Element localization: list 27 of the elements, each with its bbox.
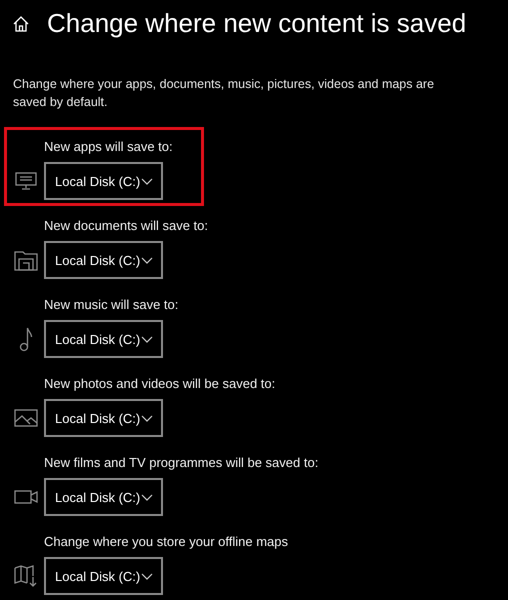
setting-label: New music will save to: xyxy=(44,296,178,314)
chevron-down-icon xyxy=(141,494,153,500)
setting-label: New documents will save to: xyxy=(44,217,208,235)
page-title: Change where new content is saved xyxy=(47,8,466,39)
chevron-down-icon xyxy=(141,572,153,580)
drive-dropdown[interactable]: Local Disk (C:) xyxy=(44,162,163,200)
chevron-down-icon xyxy=(141,336,153,342)
chevron-down-icon xyxy=(141,178,153,184)
picture-icon xyxy=(14,409,38,427)
description-text: Change where your apps, documents, music, pictures, videos and maps are saved by default. xyxy=(13,76,436,111)
video-camera-icon xyxy=(14,490,38,504)
home-icon[interactable] xyxy=(13,16,29,32)
drive-dropdown[interactable]: Local Disk (C:) xyxy=(44,320,163,358)
drive-dropdown[interactable]: Local Disk (C:) xyxy=(44,399,163,437)
setting-label: New photos and videos will be saved to: xyxy=(44,375,276,393)
setting-label: New films and TV programmes will be saved to: xyxy=(44,454,318,472)
monitor-icon xyxy=(14,172,36,190)
folder-icon xyxy=(14,249,38,271)
drive-dropdown[interactable]: Local Disk (C:) xyxy=(44,557,163,595)
map-icon xyxy=(14,565,38,587)
chevron-down-icon xyxy=(141,414,153,422)
drive-dropdown[interactable]: Local Disk (C:) xyxy=(44,241,163,279)
setting-label: Change where you store your offline maps xyxy=(44,533,288,551)
music-note-icon xyxy=(18,326,32,352)
setting-label: New apps will save to: xyxy=(44,138,173,156)
drive-dropdown[interactable]: Local Disk (C:) xyxy=(44,478,163,516)
chevron-down-icon xyxy=(141,256,153,264)
